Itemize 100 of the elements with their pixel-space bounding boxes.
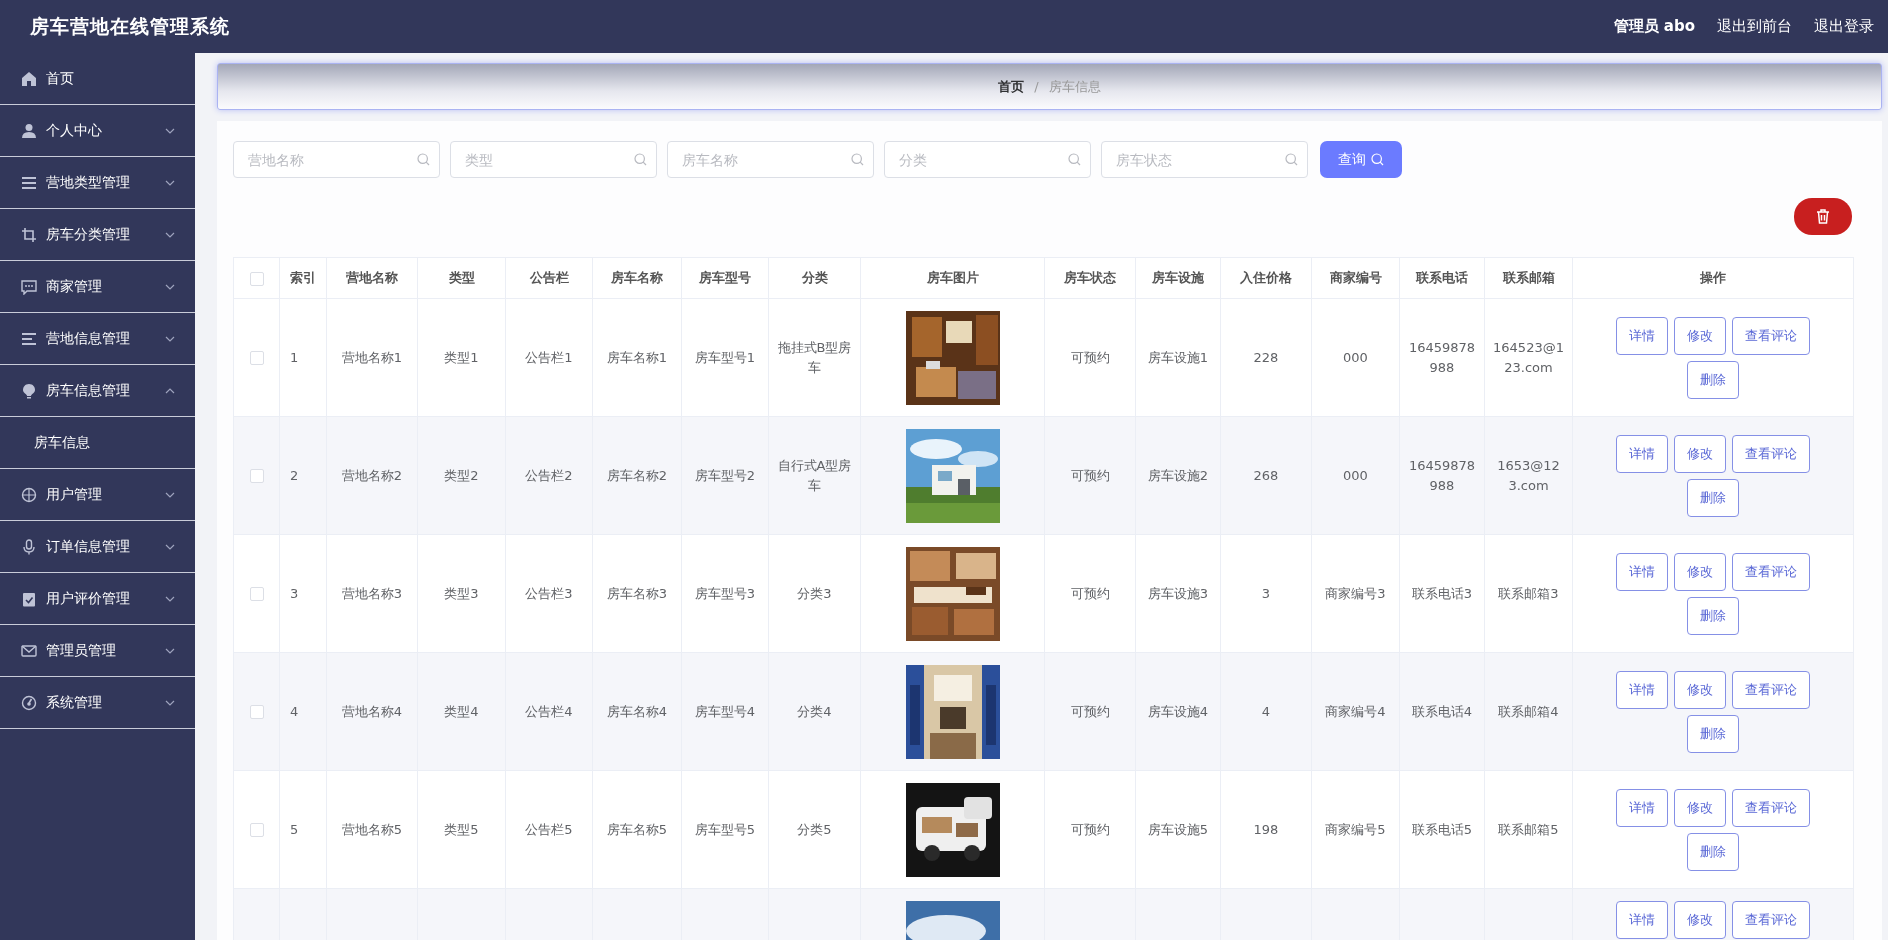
chevron-down-icon[interactable] — [165, 543, 175, 550]
action-button[interactable]: 删除 — [1687, 714, 1739, 753]
table-cell: 房车型号4 — [694, 703, 756, 719]
sidebar-item[interactable]: 用户管理 — [46, 485, 156, 504]
sidebar-item[interactable]: 房车信息管理 — [46, 381, 156, 400]
table-cell: 商家编号5 — [1325, 821, 1386, 837]
column-header: 索引 — [290, 270, 316, 285]
table-cell: 房车设施5 — [1147, 821, 1209, 837]
sidebar-item[interactable]: 系统管理 — [46, 693, 156, 712]
action-button[interactable]: 详情 — [1616, 552, 1668, 591]
sidebar-item[interactable]: 商家管理 — [46, 277, 156, 296]
chevron-down-icon[interactable] — [165, 335, 175, 342]
action-button[interactable]: 查看评论 — [1732, 316, 1810, 355]
action-button[interactable]: 查看评论 — [1732, 552, 1810, 591]
action-button[interactable]: 修改 — [1674, 552, 1726, 591]
action-button[interactable]: 修改 — [1674, 316, 1726, 355]
checkbox[interactable] — [249, 823, 264, 837]
sidebar-item[interactable]: 营地信息管理 — [46, 329, 156, 348]
table-cell: 类型2 — [444, 467, 479, 483]
action-button[interactable]: 详情 — [1616, 670, 1668, 709]
sidebar-item[interactable]: 首页 — [46, 69, 175, 88]
table-cell: 1 — [290, 349, 299, 365]
table-cell: 16459878988 — [1408, 339, 1476, 375]
chevron-down-icon[interactable] — [165, 647, 175, 654]
chat-icon — [21, 278, 37, 295]
table-cell: 营地名称4 — [341, 703, 403, 719]
table-cell: 联系邮箱5 — [1498, 821, 1559, 837]
action-button[interactable]: 查看评论 — [1732, 434, 1810, 473]
action-button[interactable]: 删除 — [1687, 832, 1739, 871]
chevron-down-icon[interactable] — [165, 699, 175, 706]
search-icon — [1371, 153, 1384, 166]
chevron-down-icon[interactable] — [165, 491, 175, 498]
search-field[interactable]: 营地名称 — [233, 141, 440, 178]
search-icon — [1285, 153, 1298, 166]
table-cell: 000 — [1343, 467, 1368, 483]
checkbox[interactable] — [249, 705, 264, 719]
search-field[interactable]: 分类 — [884, 141, 1091, 178]
chevron-down-icon[interactable] — [165, 231, 175, 238]
breadcrumb-link[interactable]: 首页 — [998, 77, 1025, 96]
header-link[interactable]: 退出登录 — [1814, 17, 1874, 36]
table-cell: 商家编号3 — [1325, 585, 1386, 601]
action-button[interactable]: 删除 — [1687, 596, 1739, 635]
trash-icon — [1816, 209, 1830, 224]
checkbox[interactable] — [249, 587, 264, 601]
app-title: 房车营地在线管理系统 — [30, 13, 230, 39]
chevron-down-icon[interactable] — [165, 179, 175, 186]
table-cell: 可预约 — [1070, 585, 1110, 601]
action-button[interactable]: 删除 — [1687, 478, 1739, 517]
sidebar-subitem[interactable]: 房车信息 — [34, 433, 90, 452]
delete-button[interactable] — [1794, 198, 1852, 235]
table-cell: 房车名称1 — [606, 349, 668, 365]
table-cell: 可预约 — [1070, 703, 1110, 719]
action-button[interactable]: 修改 — [1674, 788, 1726, 827]
action-button[interactable]: 修改 — [1674, 670, 1726, 709]
checkbox[interactable] — [249, 351, 264, 365]
action-button[interactable]: 详情 — [1616, 788, 1668, 827]
checkbox[interactable] — [249, 271, 264, 286]
chevron-down-icon[interactable] — [165, 127, 175, 134]
sidebar-item[interactable]: 房车分类管理 — [46, 225, 156, 244]
sidebar-item[interactable]: 订单信息管理 — [46, 537, 156, 556]
search-field[interactable]: 房车状态 — [1101, 141, 1308, 178]
table-cell: 房车型号5 — [694, 821, 756, 837]
search-field[interactable]: 类型 — [450, 141, 657, 178]
action-button[interactable]: 详情 — [1616, 434, 1668, 473]
action-button[interactable]: 查看评论 — [1732, 788, 1810, 827]
action-button[interactable]: 修改 — [1674, 434, 1726, 473]
table-cell: 228 — [1253, 349, 1279, 365]
action-button[interactable]: 删除 — [1687, 360, 1739, 399]
search-field[interactable]: 房车名称 — [667, 141, 874, 178]
user-icon — [21, 122, 37, 139]
table-cell: 房车型号1 — [694, 349, 756, 365]
header-link[interactable]: 退出到前台 — [1717, 17, 1792, 36]
chevron-down-icon[interactable] — [165, 595, 175, 602]
action-button[interactable]: 详情 — [1616, 316, 1668, 355]
action-button[interactable]: 修改 — [1674, 901, 1726, 939]
column-header: 房车名称 — [611, 270, 663, 285]
column-header: 类型 — [448, 270, 475, 285]
checkbox[interactable] — [249, 469, 264, 483]
crosshair-icon — [21, 486, 37, 503]
chevron-down-icon[interactable] — [165, 283, 175, 290]
action-button[interactable]: 查看评论 — [1732, 670, 1810, 709]
sidebar-item[interactable]: 个人中心 — [46, 121, 156, 140]
table-cell: 3 — [1261, 585, 1271, 601]
sidebar-item[interactable]: 用户评价管理 — [46, 589, 156, 608]
query-button[interactable]: 查询 — [1320, 141, 1402, 178]
table-cell: 公告栏4 — [525, 703, 573, 719]
search-icon — [417, 153, 430, 166]
sidebar-item[interactable]: 管理员管理 — [46, 641, 156, 660]
chevron-up-icon[interactable] — [165, 387, 175, 394]
breadcrumb-separator: / — [1034, 79, 1039, 94]
table-cell: 联系邮箱4 — [1498, 703, 1559, 719]
search-icon — [851, 153, 864, 166]
table-cell: 房车名称2 — [606, 467, 668, 483]
search-icon — [634, 153, 647, 166]
table-cell: 分类3 — [797, 585, 832, 601]
column-header: 商家编号 — [1329, 270, 1382, 285]
table-cell: 自行式A型房车 — [777, 457, 852, 493]
action-button[interactable]: 查看评论 — [1732, 901, 1810, 939]
sidebar-item[interactable]: 营地类型管理 — [46, 173, 156, 192]
action-button[interactable]: 详情 — [1616, 901, 1668, 939]
